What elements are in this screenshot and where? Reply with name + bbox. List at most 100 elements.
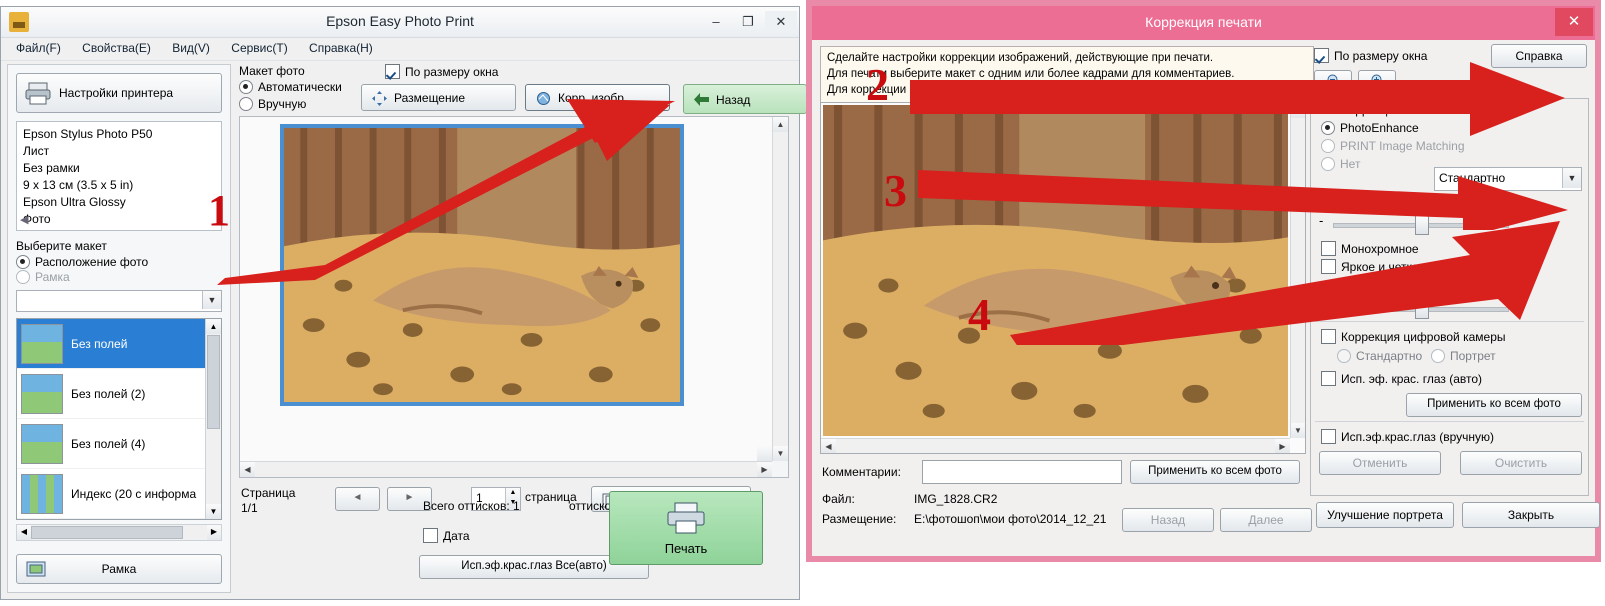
fit-to-window-checkbox-correction[interactable]: По размеру окна: [1314, 48, 1427, 63]
scroll-up-icon[interactable]: ▲: [206, 319, 221, 334]
preview-horizontal-scrollbar[interactable]: ◀ ▶: [240, 461, 772, 477]
menu-item-help[interactable]: Справка(H): [300, 38, 382, 60]
scroll-right-icon[interactable]: ▶: [207, 525, 221, 540]
scrollbar-thumb[interactable]: [31, 526, 183, 539]
radio-manual-label: Вручную: [258, 97, 307, 111]
layout-list-scrollbar[interactable]: ▲ ▼: [205, 319, 221, 519]
scroll-up-icon[interactable]: ▲: [1291, 103, 1305, 118]
maximize-button[interactable]: ❐: [733, 11, 763, 33]
printer-info-line-3: Без рамки: [23, 161, 80, 175]
printer-info-line-5: Epson Ultra Glossy: [23, 195, 126, 209]
menu-item-view[interactable]: Вид(V): [163, 38, 219, 60]
easy-photo-print-window: Epson Easy Photo Print – ❐ ✕ Файл(F) Сво…: [0, 6, 807, 600]
radio-digicam-portrait[interactable]: Портрет: [1431, 349, 1496, 363]
print-button[interactable]: Печать: [609, 491, 763, 565]
chevron-down-icon[interactable]: ▼: [202, 291, 221, 309]
cancel-button[interactable]: Отменить: [1319, 451, 1441, 475]
radio-print-image-matching[interactable]: PRINT Image Matching: [1321, 139, 1465, 153]
zoom-out-button[interactable]: [1314, 70, 1352, 92]
scroll-right-icon[interactable]: ▶: [1275, 439, 1290, 453]
scroll-left-icon[interactable]: ◀: [17, 525, 31, 540]
layout-thumbnail: [21, 373, 63, 414]
correction-settings-panel: Автокоррекция PhotoEnhance PRINT Image M…: [1310, 98, 1589, 496]
brightness-plus-label: +: [1516, 295, 1524, 310]
scroll-left-icon[interactable]: ◀: [240, 462, 255, 477]
scroll-down-icon[interactable]: ▼: [773, 446, 788, 461]
apply-to-all-photos-button-side[interactable]: Применить ко всем фото: [1406, 393, 1582, 417]
list-item[interactable]: Без полей: [17, 319, 221, 369]
list-item[interactable]: Без полей (4): [17, 419, 221, 469]
menu-item-properties[interactable]: Свойства(E): [73, 38, 160, 60]
clear-button[interactable]: Очистить: [1460, 451, 1582, 475]
close-dialog-label: Закрыть: [1507, 508, 1555, 522]
scene-combo[interactable]: Стандартно ▼: [1434, 167, 1582, 191]
menu-item-service[interactable]: Сервис(T): [222, 38, 296, 60]
radio-none[interactable]: Нет: [1321, 157, 1360, 171]
scroll-left-icon[interactable]: ◀: [821, 439, 836, 453]
frame-button[interactable]: Рамка: [16, 554, 222, 584]
fit-to-window-checkbox[interactable]: По размеру окна: [385, 64, 498, 79]
red-eye-manual-label: Исп.эф.крас.глаз (вручную): [1341, 429, 1494, 444]
scroll-right-icon[interactable]: ▶: [757, 462, 772, 477]
preview-photo[interactable]: [280, 124, 684, 406]
scroll-up-icon[interactable]: ▲: [773, 117, 788, 132]
radio-frame[interactable]: Рамка: [16, 270, 222, 284]
chevron-left-icon[interactable]: ◀: [20, 212, 28, 229]
image-horizontal-scrollbar[interactable]: ◀ ▶: [821, 438, 1290, 453]
preview-vertical-scrollbar[interactable]: ▲ ▼: [772, 117, 788, 461]
radio-photoenhance[interactable]: PhotoEnhance: [1321, 121, 1419, 135]
comments-input[interactable]: [922, 460, 1122, 484]
red-eye-auto-checkbox[interactable]: Исп. эф. крас. глаз (авто): [1321, 371, 1482, 386]
list-item[interactable]: Без полей (2): [17, 369, 221, 419]
close-dialog-button[interactable]: Закрыть: [1462, 502, 1600, 528]
digital-camera-correction-checkbox[interactable]: Коррекция цифровой камеры: [1321, 329, 1506, 344]
radio-photo-arrangement[interactable]: Расположение фото: [16, 255, 222, 269]
close-icon[interactable]: ✕: [1555, 8, 1593, 36]
date-checkbox[interactable]: Дата: [423, 528, 470, 543]
layout-list-hscrollbar[interactable]: ◀ ▶: [16, 524, 222, 541]
brightness-slider[interactable]: [1333, 299, 1509, 319]
zoom-in-button[interactable]: [1358, 70, 1396, 92]
monochrome-checkbox[interactable]: Монохромное: [1321, 241, 1419, 256]
radio-none-label: Нет: [1340, 157, 1361, 171]
back-button[interactable]: Назад: [683, 84, 807, 114]
bright-and-sharp-checkbox[interactable]: Яркое и четкое: [1321, 259, 1425, 274]
radio-indicator: [1337, 349, 1351, 363]
correction-photo[interactable]: [823, 105, 1288, 436]
next-button-correction[interactable]: Далее: [1220, 508, 1312, 532]
printer-settings-button[interactable]: Настройки принтера: [16, 73, 222, 113]
frame-button-label: Рамка: [101, 562, 137, 576]
correct-image-button[interactable]: Корр. изобр.: [525, 84, 670, 111]
menu-item-file[interactable]: Файл(F): [7, 38, 70, 60]
preview-canvas[interactable]: [240, 117, 772, 461]
scroll-down-icon[interactable]: ▼: [1291, 423, 1305, 438]
radio-digicam-portrait-label: Портрет: [1450, 349, 1496, 363]
close-button[interactable]: ✕: [765, 11, 797, 33]
chevron-down-icon[interactable]: ▼: [1562, 168, 1581, 188]
apply-to-all-photos-button-top[interactable]: Применить ко всем фото: [1130, 460, 1300, 484]
comments-label: Комментарии:: [822, 465, 901, 479]
correction-level-slider[interactable]: [1333, 215, 1509, 235]
list-item[interactable]: Индекс (20 с информа: [17, 469, 221, 519]
image-vertical-scrollbar[interactable]: ▲ ▼: [1290, 103, 1305, 438]
layout-list[interactable]: Без полей Без полей (2) Без полей (4) Ин…: [16, 318, 222, 520]
checkbox-indicator: [1321, 429, 1336, 444]
radio-indicator: [239, 97, 253, 111]
radio-digicam-standard[interactable]: Стандартно: [1337, 349, 1422, 363]
correction-image-canvas[interactable]: [821, 103, 1290, 438]
list-item-label: Индекс (20 с информа: [71, 486, 197, 501]
slider-knob[interactable]: [1415, 299, 1429, 319]
red-eye-manual-checkbox[interactable]: Исп.эф.крас.глаз (вручную): [1321, 429, 1494, 444]
help-button[interactable]: Справка: [1491, 44, 1587, 68]
layout-combo[interactable]: ▼: [16, 290, 222, 312]
improve-portrait-button[interactable]: Улучшение портрета: [1316, 502, 1454, 528]
back-button-correction[interactable]: Назад: [1122, 508, 1214, 532]
scrollbar-thumb[interactable]: [207, 335, 220, 429]
placement-button[interactable]: Размещение: [361, 84, 516, 111]
scroll-down-icon[interactable]: ▼: [206, 504, 221, 519]
slider-knob[interactable]: [1415, 215, 1429, 235]
radio-automatic[interactable]: Автоматически: [239, 80, 342, 94]
radio-photo-arrangement-label: Расположение фото: [35, 255, 149, 269]
radio-manual[interactable]: Вручную: [239, 97, 306, 111]
minimize-button[interactable]: –: [701, 11, 731, 33]
